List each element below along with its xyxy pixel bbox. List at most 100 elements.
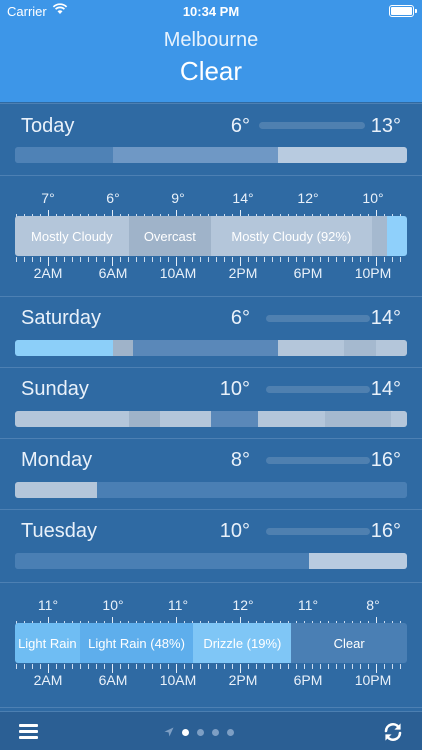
page-dot[interactable]	[227, 728, 234, 736]
minor-tick	[336, 257, 337, 262]
minor-tick	[72, 664, 73, 669]
page-indicator[interactable]	[164, 726, 234, 738]
divider	[0, 367, 422, 368]
minor-tick	[24, 257, 25, 262]
page-dot[interactable]	[212, 728, 219, 736]
minor-tick	[320, 257, 321, 262]
minor-tick	[160, 664, 161, 669]
minor-tick	[304, 257, 305, 262]
hour-temp-label: 10°	[102, 597, 124, 613]
minor-tick	[32, 257, 33, 262]
low-temp: 10°	[219, 520, 250, 542]
divider	[0, 296, 422, 297]
minor-tick	[104, 664, 105, 669]
minor-tick	[344, 257, 345, 262]
minor-tick	[256, 257, 257, 262]
minor-tick	[352, 257, 353, 262]
condition-segment	[258, 411, 325, 427]
minor-tick	[88, 257, 89, 262]
condition-segment	[277, 147, 407, 163]
minor-tick	[216, 257, 217, 262]
hour-temp-label: 11°	[37, 597, 59, 613]
minor-tick	[384, 664, 385, 669]
condition-segment: Mostly Cloudy	[15, 216, 129, 256]
minor-tick	[352, 664, 353, 669]
minor-tick	[224, 257, 225, 262]
refresh-icon[interactable]	[382, 721, 404, 743]
hour-temp-label: 8°	[366, 597, 380, 613]
day-condition-bar	[15, 482, 407, 498]
minor-tick	[136, 257, 137, 262]
menu-icon[interactable]	[19, 724, 38, 739]
low-temp: 6°	[230, 115, 250, 137]
minor-tick	[144, 257, 145, 262]
minor-tick	[320, 664, 321, 669]
day-name: Today	[21, 115, 75, 137]
condition-segment	[15, 147, 113, 163]
hour-temp-label: 10°	[362, 190, 384, 206]
minor-tick	[32, 664, 33, 669]
condition-segment	[128, 411, 161, 427]
hour-time-label: 10PM	[354, 265, 392, 281]
minor-tick	[56, 257, 57, 262]
minor-tick	[224, 664, 225, 669]
minor-tick	[368, 664, 369, 669]
minor-tick	[64, 664, 65, 669]
minor-tick	[232, 664, 233, 669]
minor-tick	[208, 257, 209, 262]
condition-segment	[309, 553, 407, 569]
page-dot[interactable]	[197, 728, 204, 736]
day-name: Monday	[21, 449, 93, 471]
status-bar: Carrier 10:34 PM	[0, 0, 422, 22]
minor-tick	[96, 257, 97, 262]
condition-segment	[160, 411, 211, 427]
hour-temp-label: 12°	[232, 597, 254, 613]
hour-temp-label: 11°	[167, 597, 189, 613]
condition-segment: Mostly Cloudy (92%)	[210, 216, 372, 256]
minor-tick	[264, 257, 265, 262]
minor-tick	[80, 664, 81, 669]
divider	[0, 509, 422, 510]
location-header: Melbourne Clear	[0, 22, 422, 102]
minor-tick	[312, 664, 313, 669]
condition-segment: Clear	[291, 623, 407, 663]
high-temp: 16°	[370, 449, 401, 471]
page-dot[interactable]	[182, 728, 189, 736]
condition-segment: Light Rain	[15, 623, 80, 663]
minor-tick	[24, 664, 25, 669]
condition-segment	[324, 411, 392, 427]
condition-segment	[210, 411, 259, 427]
low-temp: 6°	[230, 307, 250, 329]
condition-segment	[132, 340, 278, 356]
hourly-condition-bar: Mostly Cloudy Overcast Mostly Cloudy (92%)	[15, 216, 407, 256]
condition-segment	[15, 411, 129, 427]
minor-tick	[96, 664, 97, 669]
minor-tick	[328, 257, 329, 262]
condition-segment	[344, 340, 376, 356]
hour-time-label: 10AM	[159, 265, 197, 281]
divider	[0, 707, 422, 708]
minor-tick	[288, 257, 289, 262]
condition-segment	[391, 411, 407, 427]
day-name: Sunday	[21, 378, 89, 400]
minor-tick	[136, 664, 137, 669]
condition-segment	[113, 340, 133, 356]
minor-tick	[336, 664, 337, 669]
condition-segment	[277, 340, 345, 356]
minor-tick	[200, 664, 201, 669]
minor-tick	[80, 257, 81, 262]
minor-tick	[184, 664, 185, 669]
divider	[0, 438, 422, 439]
high-temp: 13°	[370, 115, 401, 137]
divider	[0, 582, 422, 583]
minor-tick	[248, 664, 249, 669]
minor-tick	[152, 664, 153, 669]
hour-time-label: 2AM	[33, 672, 63, 688]
minor-tick	[280, 664, 281, 669]
minor-tick	[128, 257, 129, 262]
minor-tick	[56, 664, 57, 669]
hour-temp-label: 11°	[297, 597, 319, 613]
high-temp: 16°	[370, 520, 401, 542]
temp-range-bar	[266, 315, 370, 322]
divider	[0, 175, 422, 176]
